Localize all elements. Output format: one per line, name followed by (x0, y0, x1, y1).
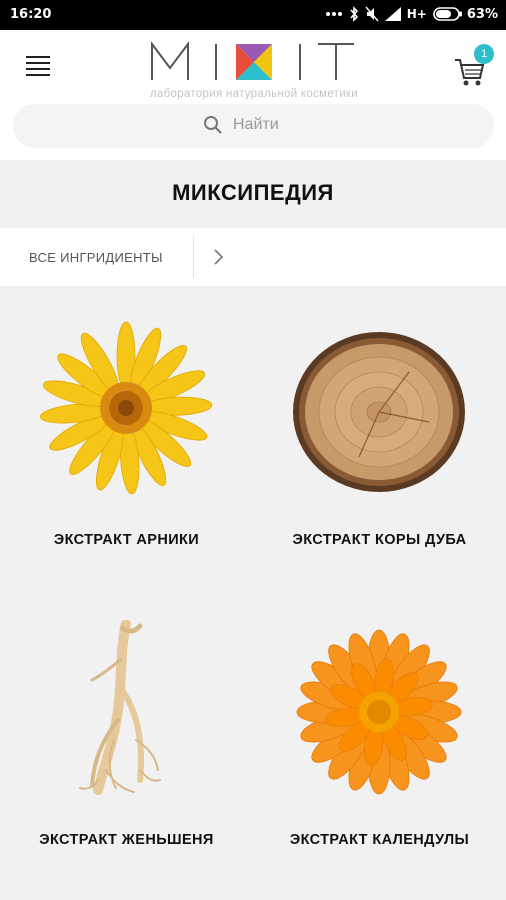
arnica-flower-image (40, 321, 213, 495)
ingredient-card[interactable]: ЭКСТРАКТ ЖЕНЬШЕНЯ (0, 620, 253, 900)
signal-icon (384, 7, 401, 21)
ingredient-card[interactable]: ЭКСТРАКТ АРНИКИ (0, 320, 253, 620)
more-dots-icon (325, 11, 343, 17)
ingredient-name: ЭКСТРАКТ КОРЫ ДУБА (292, 532, 467, 548)
menu-button[interactable] (26, 56, 52, 78)
status-icons: H+ 63% (325, 6, 498, 22)
ingredient-name: ЭКСТРАКТ АРНИКИ (53, 532, 200, 548)
ginseng-root-image (79, 620, 161, 795)
mixit-logo-icon (151, 41, 354, 80)
network-type: H+ (406, 7, 427, 21)
ingredient-card[interactable]: ЭКСТРАКТ КОРЫ ДУБА (253, 320, 506, 620)
logo-tagline: лаборатория натуральной косметики (149, 88, 359, 100)
calendula-flower-image (296, 629, 462, 795)
search-icon (204, 116, 222, 134)
app-header: лаборатория натуральной косметики 1 Найт… (0, 30, 506, 162)
mute-icon (365, 6, 379, 22)
search-placeholder: Найти (233, 116, 279, 133)
status-bar: 16:20 H+ 63% (0, 0, 506, 30)
search-input[interactable]: Найти (13, 104, 494, 148)
breadcrumb: ВСЕ ИНГРИДИЕНТЫ (0, 228, 506, 286)
page-title: МИКСИПЕДИЯ (0, 160, 506, 228)
breadcrumb-divider (193, 236, 194, 278)
oak-wood-slice-image (293, 332, 465, 492)
ingredient-name: ЭКСТРАКТ КАЛЕНДУЛЫ (289, 832, 470, 848)
ingredient-card[interactable]: ЭКСТРАКТ КАЛЕНДУЛЫ (253, 620, 506, 900)
battery-indicator: 63% (433, 7, 498, 22)
breadcrumb-all-ingredients[interactable]: ВСЕ ИНГРИДИЕНТЫ (29, 250, 163, 265)
status-time: 16:20 (10, 7, 52, 22)
logo[interactable]: лаборатория натуральной косметики (150, 40, 358, 100)
bluetooth-icon (349, 6, 359, 22)
battery-icon (433, 7, 462, 21)
ingredient-name: ЭКСТРАКТ ЖЕНЬШЕНЯ (39, 832, 214, 848)
battery-percent: 63% (466, 6, 498, 22)
chevron-right-icon[interactable] (213, 248, 225, 271)
cart-count-badge: 1 (474, 44, 494, 64)
